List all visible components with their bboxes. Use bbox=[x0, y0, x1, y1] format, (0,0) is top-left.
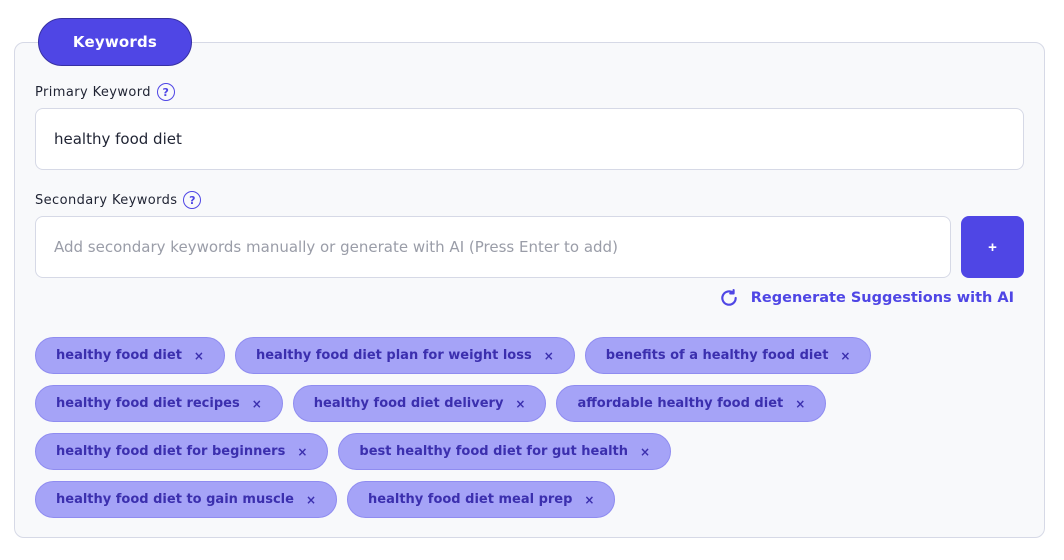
keyword-chip-label: best healthy food diet for gut health bbox=[359, 444, 629, 459]
close-icon[interactable]: × bbox=[840, 349, 850, 363]
question-circle-icon[interactable]: ? bbox=[183, 191, 202, 209]
keyword-chip: benefits of a healthy food diet × bbox=[584, 337, 872, 374]
close-icon[interactable]: × bbox=[194, 349, 204, 363]
keyword-chip-label: affordable healthy food diet bbox=[577, 396, 784, 411]
secondary-keywords-label-text: Secondary Keywords bbox=[35, 192, 178, 208]
keyword-chip-label: healthy food diet recipes bbox=[56, 396, 240, 411]
keyword-chip: healthy food diet meal prep × bbox=[347, 481, 616, 518]
keyword-chip-label: healthy food diet bbox=[56, 348, 182, 363]
close-icon[interactable]: × bbox=[306, 493, 316, 507]
keyword-chip-label: healthy food diet for beginners bbox=[56, 444, 286, 459]
regenerate-suggestions-button[interactable]: Regenerate Suggestions with AI bbox=[719, 288, 1014, 308]
keyword-chip: healthy food diet × bbox=[35, 337, 225, 374]
keyword-chip: affordable healthy food diet × bbox=[556, 385, 827, 422]
primary-keyword-label-text: Primary Keyword bbox=[35, 84, 151, 100]
keyword-chip-label: healthy food diet delivery bbox=[313, 396, 504, 411]
keyword-chip: healthy food diet plan for weight loss × bbox=[234, 337, 575, 374]
primary-keyword-label: Primary Keyword ? bbox=[35, 83, 175, 101]
keyword-chip-label: healthy food diet meal prep bbox=[368, 492, 573, 507]
close-icon[interactable]: × bbox=[515, 397, 525, 411]
primary-keyword-input[interactable] bbox=[35, 108, 1024, 170]
close-icon[interactable]: × bbox=[795, 397, 805, 411]
keyword-chip-label: healthy food diet to gain muscle bbox=[56, 492, 294, 507]
close-icon[interactable]: × bbox=[584, 493, 594, 507]
secondary-keywords-input[interactable] bbox=[35, 216, 951, 278]
question-circle-icon[interactable]: ? bbox=[156, 83, 175, 101]
keyword-chip: healthy food diet for beginners × bbox=[35, 433, 329, 470]
secondary-keywords-label: Secondary Keywords ? bbox=[35, 191, 202, 209]
keyword-chip-label: benefits of a healthy food diet bbox=[605, 348, 829, 363]
keyword-chip: healthy food diet recipes × bbox=[35, 385, 283, 422]
keyword-chip: best healthy food diet for gut health × bbox=[338, 433, 672, 470]
close-icon[interactable]: × bbox=[252, 397, 262, 411]
keyword-chip: healthy food diet delivery × bbox=[292, 385, 547, 422]
close-icon[interactable]: × bbox=[544, 349, 554, 363]
keyword-chip-list: healthy food diet × healthy food diet plan… bbox=[35, 337, 965, 518]
refresh-icon bbox=[719, 288, 739, 308]
add-keyword-button[interactable]: + bbox=[961, 216, 1024, 278]
close-icon[interactable]: × bbox=[640, 445, 650, 459]
regenerate-label: Regenerate Suggestions with AI bbox=[750, 290, 1014, 306]
keyword-chip: healthy food diet to gain muscle × bbox=[35, 481, 338, 518]
keyword-chip-label: healthy food diet plan for weight loss bbox=[255, 348, 532, 363]
close-icon[interactable]: × bbox=[297, 445, 307, 459]
keywords-tab[interactable]: Keywords bbox=[38, 18, 192, 66]
